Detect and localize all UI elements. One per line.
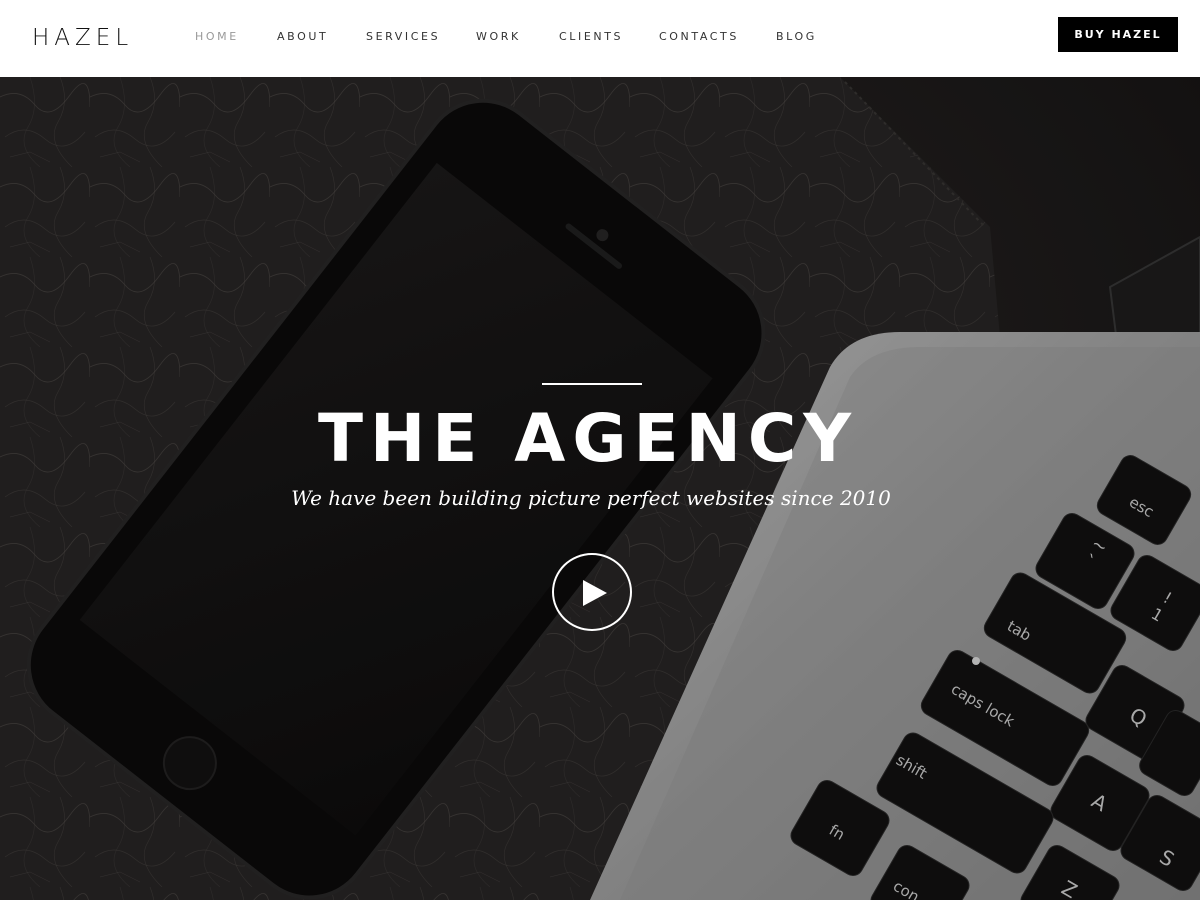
hero-title: THE AGENCY — [317, 400, 859, 477]
hero-section: esc ~ ` ! 1 tab Q caps lock A shift Z S … — [0, 77, 1200, 900]
nav-item-services[interactable]: SERVICES — [366, 30, 440, 44]
play-icon — [583, 580, 607, 606]
nav-item-about[interactable]: ABOUT — [277, 30, 328, 44]
nav-item-blog[interactable]: BLOG — [776, 30, 817, 44]
buy-hazel-button[interactable]: BUY HAZEL — [1058, 17, 1178, 52]
nav-item-work[interactable]: WORK — [476, 30, 521, 44]
site-header: HAZEL HOME ABOUT SERVICES WORK CLIENTS C… — [0, 0, 1200, 77]
play-video-button[interactable] — [552, 553, 632, 631]
logo[interactable]: HAZEL — [32, 24, 133, 52]
hero-divider — [542, 383, 642, 385]
nav-item-contacts[interactable]: CONTACTS — [659, 30, 739, 44]
hero-subtitle: We have been building picture perfect we… — [291, 486, 891, 510]
nav-item-clients[interactable]: CLIENTS — [559, 30, 623, 44]
nav-item-home[interactable]: HOME — [195, 30, 239, 44]
